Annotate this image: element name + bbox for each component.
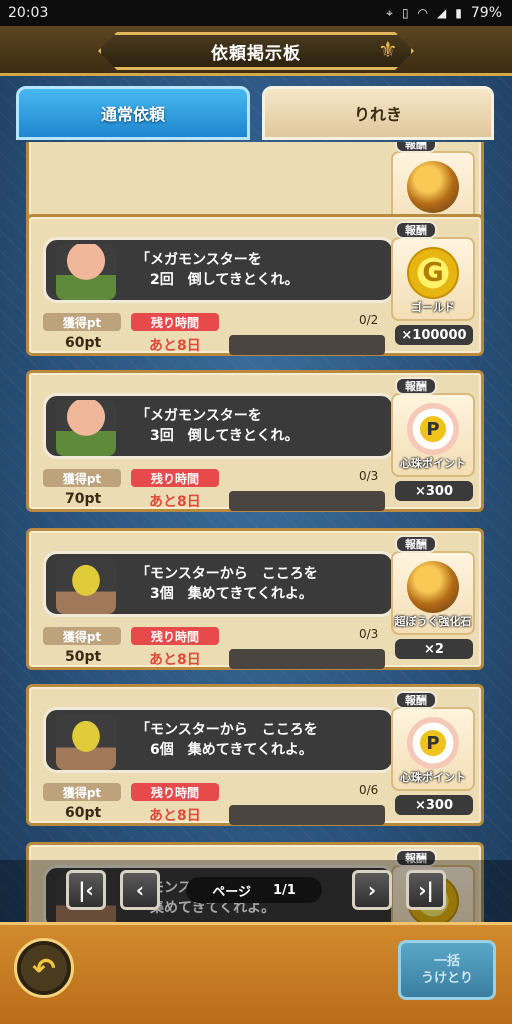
reward-name: ゴールド	[411, 301, 455, 314]
old-man-avatar	[56, 400, 116, 456]
knight-avatar	[56, 714, 116, 770]
battery-percent: 79%	[470, 5, 502, 21]
quest-text: 「モンスターから こころを 3個 集めてきてくれよ。	[136, 566, 318, 602]
reward-label: 報酬	[395, 535, 437, 553]
vibrate-icon: ▯	[401, 6, 409, 20]
orb-icon	[407, 561, 459, 613]
quest-panel: 「メガモンスターを 3回 倒してきとくれ。	[43, 393, 395, 459]
battery-icon: ▮	[455, 6, 462, 20]
collect-all-button[interactable]: 一括 うけとり	[398, 940, 496, 1000]
quest-text: 「モンスターから こころを 6個 集めてきてくれよ。	[136, 722, 318, 758]
first-page-button[interactable]: |‹	[66, 870, 106, 910]
points-label: 獲得pt	[43, 313, 121, 331]
point-icon: P	[407, 403, 459, 455]
quest-text: 「メガモンスターを 2回 倒してきとくれ。	[136, 252, 299, 288]
page-title: 依頼掲示板	[211, 43, 301, 64]
points-label: 獲得pt	[43, 783, 121, 801]
reward-count: ×100000	[395, 325, 473, 345]
location-icon: ⌖	[386, 5, 393, 20]
reward-box: P 心珠ポイント	[391, 393, 475, 477]
quest-panel: 「モンスターから こころを 6個 集めてきてくれよ。	[43, 707, 395, 773]
progress-bar	[229, 805, 385, 825]
orb-icon	[407, 161, 459, 213]
quest-panel: 「メガモンスターを 2回 倒してきとくれ。	[43, 237, 395, 303]
reward-label: 報酬	[395, 221, 437, 239]
title-plate: 依頼掲示板	[98, 32, 414, 70]
time-remaining-label: 残り時間	[131, 627, 219, 645]
reward-count: ×2	[395, 639, 473, 659]
reward-name: 超ぼうぐ強化石	[394, 615, 472, 628]
gold-icon: G	[407, 247, 459, 299]
progress-text: 0/6	[359, 783, 379, 797]
status-time: 20:03	[8, 5, 49, 21]
points-value: 50pt	[65, 649, 102, 665]
progress-bar	[229, 491, 385, 511]
knight-avatar	[56, 558, 116, 614]
back-button[interactable]: ↶	[14, 938, 74, 998]
request-card[interactable]: 「モンスターから こころを 6個 集めてきてくれよ。 獲得pt 残り時間 60p…	[26, 684, 484, 826]
request-card[interactable]: 「メガモンスターを 3回 倒してきとくれ。 獲得pt 残り時間 70pt あと8…	[26, 370, 484, 512]
time-remaining-value: あと8日	[149, 652, 201, 668]
wifi-icon: ◠	[417, 6, 429, 20]
status-icons: ⌖ ▯ ◠ ◢ ▮ 79%	[386, 5, 502, 21]
first-page-icon: |‹	[78, 878, 94, 902]
page-indicator: ページ 1/1	[186, 877, 322, 903]
tab-normal-requests[interactable]: 通常依頼	[16, 86, 250, 140]
points-value: 60pt	[65, 335, 102, 351]
reward-label: 報酬	[395, 377, 437, 395]
quest-text: 「メガモンスターを 3回 倒してきとくれ。	[136, 408, 299, 444]
tab-history[interactable]: りれき	[262, 86, 494, 140]
time-remaining-label: 残り時間	[131, 313, 219, 331]
last-page-icon: ›|	[418, 878, 434, 902]
time-remaining-label: 残り時間	[131, 469, 219, 487]
prev-page-button[interactable]: ‹	[120, 870, 160, 910]
tab-history-label: りれき	[353, 105, 402, 124]
point-icon-glyph: P	[418, 728, 448, 758]
page-number: 1/1	[272, 882, 296, 898]
reward-box: P 心珠ポイント	[391, 707, 475, 791]
time-remaining-value: あと8日	[149, 338, 201, 354]
points-value: 70pt	[65, 491, 102, 507]
point-icon: P	[407, 717, 459, 769]
reward-box: G ゴールド	[391, 237, 475, 321]
reward-name: 心珠ポイント	[400, 457, 466, 470]
back-icon: ↶	[32, 951, 56, 985]
reward-name: 心珠ポイント	[400, 771, 466, 784]
reward-count: ×300	[395, 795, 473, 815]
progress-bar	[229, 335, 385, 355]
progress-bar	[229, 649, 385, 669]
request-list[interactable]: 獲得pt 残り時間 50pt あと8日 0/1 超ぶき強化石 報酬 ×2 「メガ…	[0, 142, 512, 922]
time-remaining-value: あと8日	[149, 494, 201, 510]
last-page-button[interactable]: ›|	[406, 870, 446, 910]
reward-label: 報酬	[395, 142, 437, 153]
quest-panel: 「モンスターから こころを 3個 集めてきてくれよ。	[43, 551, 395, 617]
next-page-icon: ›	[367, 878, 377, 902]
point-icon-glyph: P	[418, 414, 448, 444]
progress-text: 0/3	[359, 469, 379, 483]
page-label: ページ	[212, 884, 251, 900]
reward-box: 超ぼうぐ強化石	[391, 551, 475, 635]
reward-count: ×300	[395, 481, 473, 501]
progress-text: 0/2	[359, 313, 379, 327]
ornament-right-icon: ⚜	[378, 38, 398, 63]
points-label: 獲得pt	[43, 627, 121, 645]
old-man-avatar	[56, 244, 116, 300]
next-page-button[interactable]: ›	[352, 870, 392, 910]
request-card[interactable]: 「メガモンスターを 2回 倒してきとくれ。 獲得pt 残り時間 60pt あと8…	[26, 214, 484, 356]
time-remaining-value: あと8日	[149, 808, 201, 824]
points-label: 獲得pt	[43, 469, 121, 487]
time-remaining-label: 残り時間	[131, 783, 219, 801]
prev-page-icon: ‹	[135, 878, 145, 902]
tab-normal-requests-label: 通常依頼	[100, 105, 165, 124]
progress-text: 0/3	[359, 627, 379, 641]
reward-label: 報酬	[395, 691, 437, 709]
status-bar: 20:03 ⌖ ▯ ◠ ◢ ▮ 79%	[0, 0, 512, 26]
request-card[interactable]: 「モンスターから こころを 3個 集めてきてくれよ。 獲得pt 残り時間 50p…	[26, 528, 484, 670]
points-value: 60pt	[65, 805, 102, 821]
signal-icon: ◢	[437, 6, 447, 20]
